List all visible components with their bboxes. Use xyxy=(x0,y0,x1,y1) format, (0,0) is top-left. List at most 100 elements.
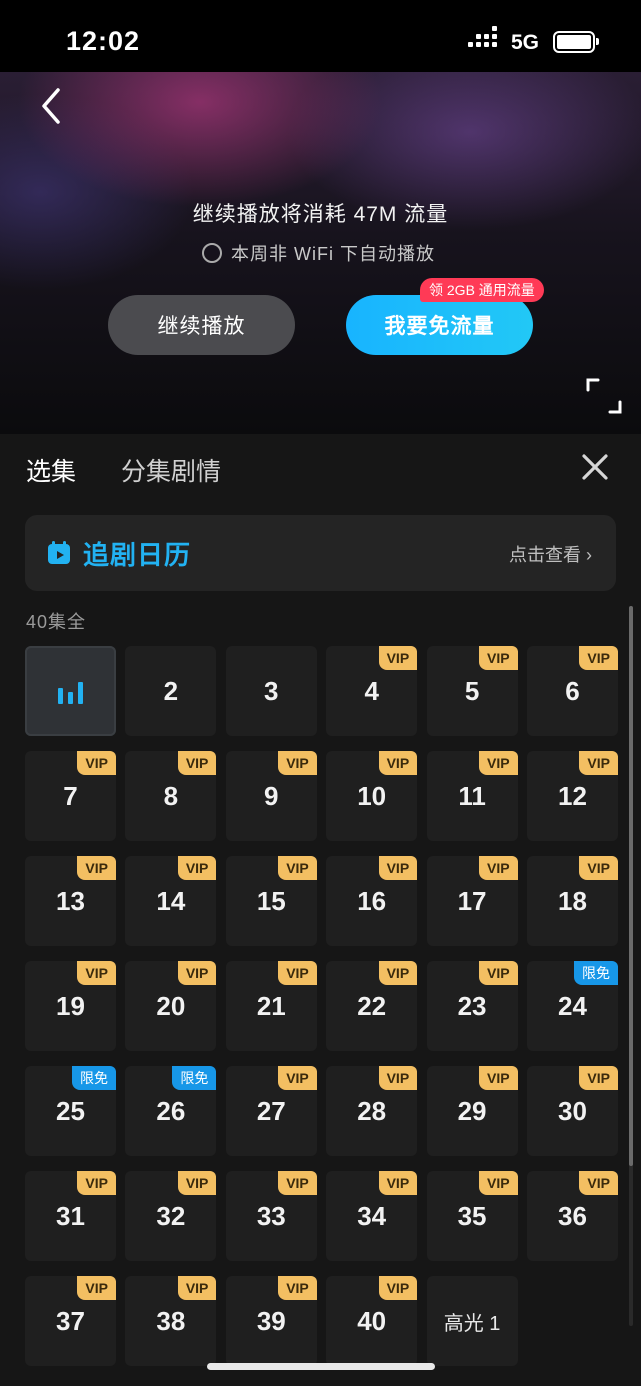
episode-tile[interactable]: 20 VIP xyxy=(125,961,217,1051)
episode-label: 7 xyxy=(63,780,78,811)
episode-tile[interactable]: 4 VIP xyxy=(326,646,418,736)
episode-tile[interactable]: 27 VIP xyxy=(225,1066,317,1156)
vip-badge: VIP xyxy=(378,1171,418,1195)
episode-tile[interactable]: 37 VIP xyxy=(25,1276,116,1366)
episode-sheet: 选集 分集剧情 追剧日历 点击查看 › 40集全 2 3 4 VIP 5 VIP 6 VIP 7… xyxy=(0,434,641,1386)
episode-label: 6 xyxy=(565,675,580,706)
episode-tile[interactable]: 26 限免 xyxy=(125,1066,217,1156)
episode-tile[interactable]: 3 xyxy=(225,646,317,736)
episode-label: 15 xyxy=(256,885,286,916)
episode-tile[interactable]: 23 VIP xyxy=(426,961,518,1051)
episode-tile[interactable]: 高光 1 xyxy=(426,1276,518,1366)
promo-badge: 领 2GB 通用流量 xyxy=(420,278,544,302)
free-data-button[interactable]: 我要免流量 xyxy=(346,295,533,355)
episode-count: 40集全 xyxy=(26,612,87,632)
vip-badge: VIP xyxy=(478,1066,518,1090)
episode-tile[interactable]: 9 VIP xyxy=(225,751,317,841)
episode-label: 20 xyxy=(156,990,186,1021)
episode-tile[interactable]: 40 VIP xyxy=(326,1276,418,1366)
episode-label: 12 xyxy=(557,780,587,811)
episode-tile[interactable]: 6 VIP xyxy=(526,646,618,736)
vip-badge: VIP xyxy=(579,1171,618,1195)
episode-tile[interactable]: 22 VIP xyxy=(326,961,418,1051)
vip-badge: VIP xyxy=(478,856,518,880)
limited-free-badge: 限免 xyxy=(172,1066,217,1090)
episode-label: 16 xyxy=(357,885,387,916)
episode-tile[interactable]: 29 VIP xyxy=(426,1066,518,1156)
fullscreen-icon[interactable] xyxy=(586,378,622,414)
episode-tile[interactable]: 31 VIP xyxy=(25,1171,116,1261)
episode-label: 18 xyxy=(557,885,587,916)
home-indicator[interactable] xyxy=(207,1363,435,1370)
episode-label: 3 xyxy=(264,675,279,706)
chevron-left-icon[interactable] xyxy=(34,86,68,126)
episode-tile[interactable]: 38 VIP xyxy=(125,1276,217,1366)
episode-tile[interactable]: 17 VIP xyxy=(426,856,518,946)
scrollbar[interactable] xyxy=(629,606,633,1326)
episode-tile[interactable]: 21 VIP xyxy=(225,961,317,1051)
episode-label: 10 xyxy=(357,780,387,811)
episode-label: 24 xyxy=(557,990,587,1021)
continue-play-button[interactable]: 继续播放 xyxy=(108,295,295,355)
close-icon[interactable] xyxy=(580,452,610,482)
episode-tile[interactable]: 35 VIP xyxy=(426,1171,518,1261)
vip-badge: VIP xyxy=(77,856,116,880)
tab-episodes[interactable]: 选集 xyxy=(26,452,76,488)
episode-tile[interactable]: 24 限免 xyxy=(526,961,618,1051)
autoplay-option[interactable]: 本周非 WiFi 下自动播放 xyxy=(202,240,435,266)
limited-free-badge: 限免 xyxy=(72,1066,116,1090)
episode-label: 17 xyxy=(457,885,487,916)
episode-tile[interactable]: 7 VIP xyxy=(25,751,116,841)
episode-label: 8 xyxy=(163,780,179,811)
vip-badge: VIP xyxy=(579,646,618,670)
episode-label: 34 xyxy=(357,1200,387,1231)
scrollbar-thumb[interactable] xyxy=(629,606,633,1166)
episode-tile[interactable]: 25 限免 xyxy=(25,1066,116,1156)
episode-label: 36 xyxy=(557,1200,587,1231)
episode-tile[interactable]: 5 VIP xyxy=(426,646,518,736)
episode-tile[interactable]: 36 VIP xyxy=(526,1171,618,1261)
vip-badge: VIP xyxy=(378,856,418,880)
vip-badge: VIP xyxy=(77,1171,116,1195)
episode-tile[interactable]: 19 VIP xyxy=(25,961,116,1051)
vip-badge: VIP xyxy=(278,751,317,775)
episode-tile[interactable]: 12 VIP xyxy=(526,751,618,841)
vip-badge: VIP xyxy=(177,1171,217,1195)
episode-tile[interactable]: 33 VIP xyxy=(225,1171,317,1261)
vip-badge: VIP xyxy=(378,751,418,775)
episode-tile[interactable]: 14 VIP xyxy=(125,856,217,946)
data-usage-notice: 继续播放将消耗 47M 流量 xyxy=(192,203,449,226)
vip-badge: VIP xyxy=(579,1066,618,1090)
episode-tile[interactable]: 18 VIP xyxy=(526,856,618,946)
vip-badge: VIP xyxy=(378,1276,418,1300)
calendar-view-link[interactable]: 点击查看 › xyxy=(509,541,592,567)
episode-tile[interactable]: 28 VIP xyxy=(326,1066,418,1156)
episode-tile[interactable]: 34 VIP xyxy=(326,1171,418,1261)
episode-tile[interactable]: 11 VIP xyxy=(426,751,518,841)
tab-episode-plot[interactable]: 分集剧情 xyxy=(121,452,221,488)
video-player[interactable]: 继续播放将消耗 47M 流量 本周非 WiFi 下自动播放 继续播放 我要免流量… xyxy=(0,72,641,434)
episode-label: 13 xyxy=(56,885,85,916)
episode-tile[interactable]: 10 VIP xyxy=(326,751,418,841)
episode-label: 37 xyxy=(56,1305,85,1336)
vip-badge: VIP xyxy=(478,961,518,985)
episode-tile[interactable]: 16 VIP xyxy=(326,856,418,946)
episode-tile[interactable]: 8 VIP xyxy=(125,751,217,841)
autoplay-radio[interactable] xyxy=(202,243,222,263)
episode-tile[interactable]: 30 VIP xyxy=(526,1066,618,1156)
status-bar: 12:02 5G xyxy=(0,0,641,72)
episode-tile[interactable]: 2 xyxy=(125,646,217,736)
episode-tile[interactable]: 13 VIP xyxy=(25,856,116,946)
autoplay-label: 本周非 WiFi 下自动播放 xyxy=(231,244,435,264)
episode-tile[interactable] xyxy=(25,646,116,736)
episode-label: 35 xyxy=(457,1200,487,1231)
episode-label: 9 xyxy=(264,780,279,811)
episode-label: 30 xyxy=(557,1095,587,1126)
episode-tile[interactable]: 32 VIP xyxy=(125,1171,217,1261)
episode-label: 19 xyxy=(56,990,85,1021)
drama-calendar-card[interactable]: 追剧日历 点击查看 › xyxy=(25,515,616,591)
vip-badge: VIP xyxy=(478,1171,518,1195)
episode-grid: 2 3 4 VIP 5 VIP 6 VIP 7 VIP 8 VIP 9 VIP 10 VIP 11 VIP 12 VI… xyxy=(25,646,618,1366)
episode-tile[interactable]: 15 VIP xyxy=(225,856,317,946)
episode-tile[interactable]: 39 VIP xyxy=(225,1276,317,1366)
